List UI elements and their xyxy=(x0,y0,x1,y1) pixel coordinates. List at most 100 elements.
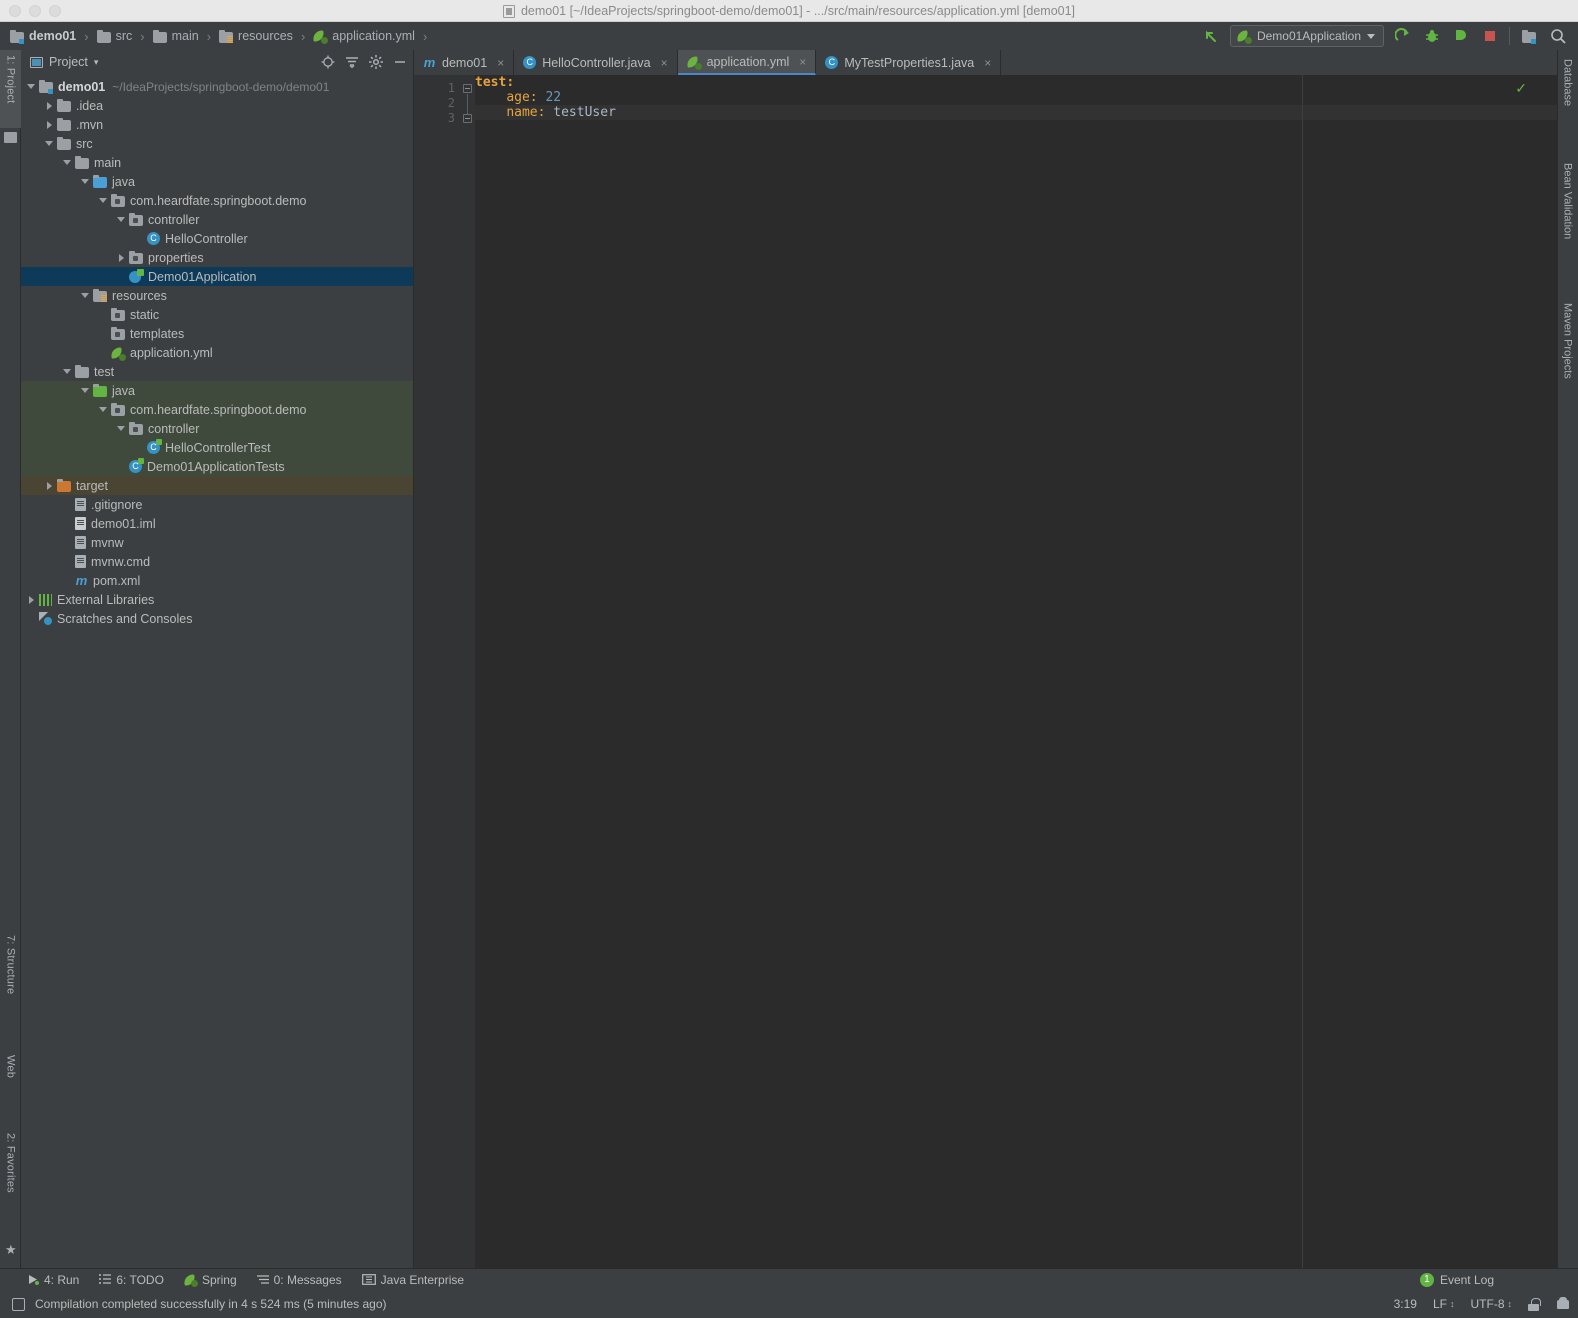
bottom-tab-spring[interactable]: Spring xyxy=(184,1273,237,1287)
close-icon[interactable]: × xyxy=(984,56,991,70)
target-icon[interactable] xyxy=(321,55,335,69)
tree-item-properties[interactable]: properties xyxy=(21,248,413,267)
bottom-tab-todo[interactable]: 6: TODO xyxy=(99,1273,164,1287)
bottom-tab-messages[interactable]: 0: Messages xyxy=(256,1273,342,1287)
close-icon[interactable]: × xyxy=(497,56,504,70)
chevron-down-icon[interactable] xyxy=(27,82,36,91)
gear-icon[interactable] xyxy=(369,55,383,69)
editor-content[interactable]: 1 2 3 test: age: 22 name: testUser ✓ xyxy=(414,75,1557,1268)
tree-item-idea[interactable]: .idea xyxy=(21,96,413,115)
breadcrumb-item-main[interactable]: main xyxy=(152,29,199,43)
fold-open-icon[interactable] xyxy=(463,84,472,93)
bottom-tab-java-enterprise[interactable]: Java Enterprise xyxy=(361,1273,464,1287)
tree-item-main-java[interactable]: java xyxy=(21,172,413,191)
tree-item-scratches[interactable]: Scratches and Consoles xyxy=(21,609,413,628)
tree-item-target[interactable]: target xyxy=(21,476,413,495)
tree-item-resources[interactable]: resources xyxy=(21,286,413,305)
event-log-button[interactable]: 1 Event Log xyxy=(1419,1272,1578,1287)
back-arrow-icon[interactable] xyxy=(1201,26,1221,46)
breadcrumb-item-demo01[interactable]: demo01 xyxy=(10,29,76,44)
project-tree[interactable]: demo01 ~/IdeaProjects/springboot-demo/dem… xyxy=(21,74,413,1268)
encoding-selector[interactable]: UTF-8 ↕ xyxy=(1471,1297,1513,1311)
editor-tab-bar[interactable]: mdemo01×HelloController.java×application… xyxy=(414,50,1557,75)
chevron-down-icon[interactable] xyxy=(117,424,126,433)
editor-tab-demo01[interactable]: m demo01 × xyxy=(414,50,515,75)
breadcrumb-item-resources[interactable]: resources xyxy=(219,29,293,43)
status-bar-toggle-icon[interactable] xyxy=(12,1297,25,1311)
search-icon[interactable] xyxy=(1548,26,1568,46)
chevron-down-icon[interactable] xyxy=(99,405,108,414)
sidebar-tab-label: 1: Project xyxy=(4,55,17,104)
code-text[interactable]: test: age: 22 name: testUser xyxy=(475,75,1557,1268)
sidebar-tab-database[interactable]: Database xyxy=(1557,54,1578,144)
editor-tab-mytestproperties1-java[interactable]: MyTestProperties1.java × xyxy=(816,50,1002,75)
tree-item-demo01-iml[interactable]: demo01.iml xyxy=(21,514,413,533)
tree-item-static[interactable]: static xyxy=(21,305,413,324)
sidebar-tab-maven-projects[interactable]: Maven Projects xyxy=(1557,298,1578,416)
chevron-down-icon[interactable] xyxy=(63,158,72,167)
tree-item-test-pkg[interactable]: com.heardfate.springboot.demo xyxy=(21,400,413,419)
tree-item-src[interactable]: src xyxy=(21,134,413,153)
tree-item-demo01[interactable]: demo01 ~/IdeaProjects/springboot-demo/dem… xyxy=(21,77,413,96)
chevron-right-icon[interactable] xyxy=(45,120,54,129)
line-separator-selector[interactable]: LF ↕ xyxy=(1433,1297,1455,1311)
close-icon[interactable]: × xyxy=(799,55,806,69)
chevron-right-icon[interactable] xyxy=(117,253,126,262)
tree-item-mvnw[interactable]: mvnw xyxy=(21,533,413,552)
editor-fold-column[interactable] xyxy=(461,75,475,1268)
collapse-all-icon[interactable] xyxy=(345,55,359,69)
tree-item-test-controller[interactable]: controller xyxy=(21,419,413,438)
tree-item-main-pkg[interactable]: com.heardfate.springboot.demo xyxy=(21,191,413,210)
tree-item-mvnw-cmd[interactable]: mvnw.cmd xyxy=(21,552,413,571)
tree-item-test[interactable]: test xyxy=(21,362,413,381)
chevron-down-icon[interactable] xyxy=(117,215,126,224)
tree-item-test-java[interactable]: java xyxy=(21,381,413,400)
chevron-down-icon[interactable] xyxy=(99,196,108,205)
breadcrumb-item-application-yml[interactable]: application.yml xyxy=(313,29,415,44)
sidebar-tab-project[interactable]: 1: Project xyxy=(0,50,21,128)
tree-item-templates[interactable]: templates xyxy=(21,324,413,343)
tree-item-gitignore[interactable]: .gitignore xyxy=(21,495,413,514)
stop-icon[interactable] xyxy=(1480,26,1500,46)
sidebar-tab-web[interactable]: Web xyxy=(0,1050,21,1112)
run-configuration-selector[interactable]: Demo01Application xyxy=(1229,25,1384,47)
close-icon[interactable]: × xyxy=(661,56,668,70)
breadcrumb-item-src[interactable]: src xyxy=(96,29,132,43)
chevron-down-icon[interactable] xyxy=(81,386,90,395)
bottom-tab-run[interactable]: 4: Run xyxy=(28,1273,79,1287)
coverage-icon[interactable] xyxy=(1451,26,1471,46)
fold-close-icon[interactable] xyxy=(463,114,472,123)
tree-item-application-yml[interactable]: application.yml xyxy=(21,343,413,362)
unlocked-icon[interactable] xyxy=(1528,1297,1541,1311)
project-structure-icon[interactable] xyxy=(1519,26,1539,46)
project-panel-title-group[interactable]: Project ▾ xyxy=(30,55,98,69)
tree-item-pom-xml[interactable]: m pom.xml xyxy=(21,571,413,590)
bug-icon[interactable] xyxy=(1422,26,1442,46)
chevron-down-icon[interactable] xyxy=(63,367,72,376)
sidebar-tab-bean-validation[interactable]: Bean Validation xyxy=(1557,158,1578,288)
editor-tab-hellocontroller-java[interactable]: HelloController.java × xyxy=(514,50,678,75)
tree-item-external-libraries[interactable]: External Libraries xyxy=(21,590,413,609)
hector-icon[interactable] xyxy=(1556,1297,1570,1311)
tree-item-demo01applicationtests[interactable]: Demo01ApplicationTests xyxy=(21,457,413,476)
tree-item-main[interactable]: main xyxy=(21,153,413,172)
chevron-down-icon[interactable] xyxy=(81,291,90,300)
tree-item-hello-controller-test[interactable]: HelloControllerTest xyxy=(21,438,413,457)
chevron-down-icon[interactable] xyxy=(81,177,90,186)
chevron-down-icon[interactable] xyxy=(45,139,54,148)
chevron-right-icon[interactable] xyxy=(27,595,36,604)
chevron-right-icon[interactable] xyxy=(45,481,54,490)
tree-item-mvn[interactable]: .mvn xyxy=(21,115,413,134)
tree-item-main-controller[interactable]: controller xyxy=(21,210,413,229)
ok-check-icon[interactable]: ✓ xyxy=(1515,80,1527,97)
minimize-icon[interactable] xyxy=(393,55,407,69)
tree-item-demo01application[interactable]: Demo01Application xyxy=(21,267,413,286)
editor-gutter[interactable]: 1 2 3 xyxy=(414,75,461,1268)
editor-tab-application-yml[interactable]: application.yml × xyxy=(677,50,817,75)
chevron-right-icon[interactable] xyxy=(45,101,54,110)
sidebar-tab-structure[interactable]: 7: Structure xyxy=(0,930,21,1035)
tree-item-hello-controller[interactable]: HelloController xyxy=(21,229,413,248)
run-icon[interactable] xyxy=(1393,26,1413,46)
caret-position[interactable]: 3:19 xyxy=(1394,1297,1417,1311)
sidebar-tab-favorites[interactable]: 2: Favorites xyxy=(0,1128,21,1233)
